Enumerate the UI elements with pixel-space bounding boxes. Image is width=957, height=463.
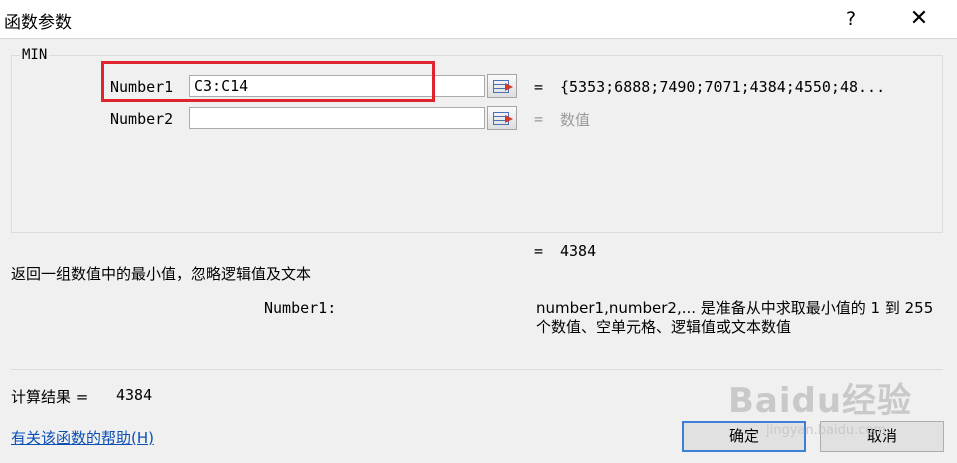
arg-help-text: number1,number2,... 是准备从中求取最小值的 1 到 255 … [536, 299, 934, 336]
watermark-url: jingyan.baidu.com [766, 423, 886, 438]
function-description: 返回一组数值中的最小值，忽略逻辑值及文本 [11, 265, 312, 283]
formula-result-label: 计算结果 = [11, 388, 89, 406]
arg2-label: Number2 [110, 110, 174, 128]
arg1-equals: = [534, 78, 544, 96]
formula-result-value: 4384 [116, 386, 153, 404]
function-name: MIN [20, 47, 50, 63]
dialog-title: 函数参数 [4, 13, 72, 33]
baidu-watermark: Baidu经验 jingyan.baidu.com [728, 373, 950, 445]
watermark-logo: Baidu经验 [728, 381, 913, 421]
red-highlight-box [101, 61, 435, 102]
arg1-result: {5353;6888;7490;7071;4384;4550;48... [560, 78, 886, 96]
function-help-link[interactable]: 有关该函数的帮助(H) [11, 427, 154, 448]
number2-collapse-button[interactable] [487, 106, 517, 130]
title-bar: 函数参数 ? ✕ [0, 0, 957, 39]
arg2-equals: = [534, 110, 544, 128]
number2-input[interactable] [189, 107, 485, 129]
close-button[interactable]: ✕ [904, 5, 934, 33]
arg2-result: 数值 [560, 111, 591, 129]
arg-help-name: Number1: [264, 299, 337, 317]
number1-collapse-button[interactable] [487, 74, 517, 98]
separator [11, 369, 943, 370]
overall-result: 4384 [560, 242, 597, 260]
help-button[interactable]: ? [836, 5, 866, 33]
overall-equals: = [534, 242, 544, 260]
